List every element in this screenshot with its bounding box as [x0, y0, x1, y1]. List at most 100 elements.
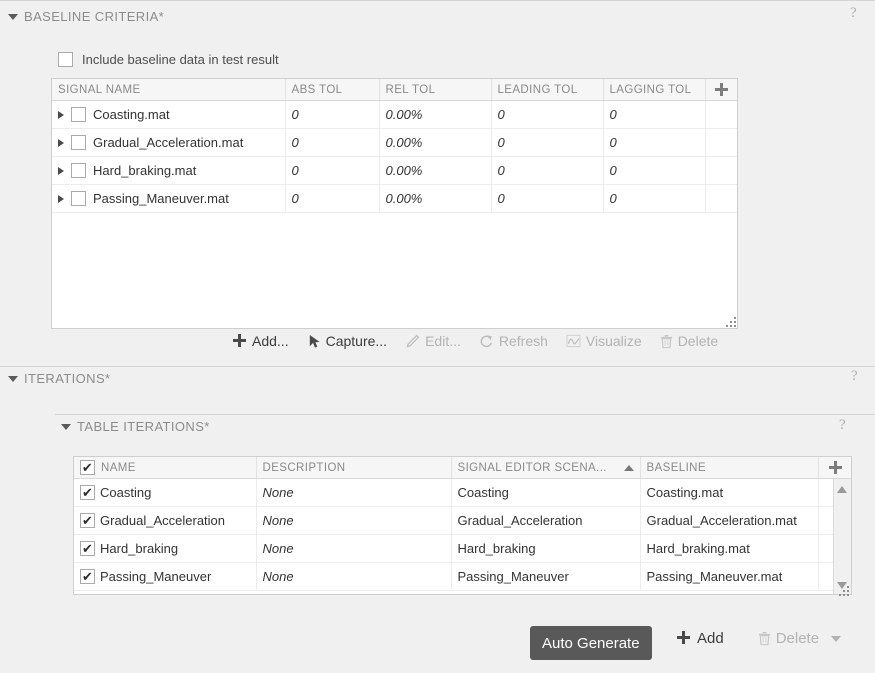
visualize-button[interactable]: Visualize — [557, 331, 651, 351]
vertical-scrollbar[interactable] — [833, 479, 851, 595]
table-row[interactable]: Coasting None Coasting Coasting.mat — [74, 479, 852, 507]
row-checkbox[interactable] — [71, 135, 86, 150]
cell-rel-tol[interactable]: 0.00% — [379, 157, 491, 185]
cell-description[interactable]: None — [256, 507, 451, 535]
cell-baseline[interactable]: Hard_braking.mat — [640, 535, 818, 563]
cell-rel-tol[interactable]: 0.00% — [379, 129, 491, 157]
auto-generate-button[interactable]: Auto Generate — [530, 626, 652, 660]
row-checkbox[interactable] — [80, 569, 95, 584]
cell-leading-tol[interactable]: 0 — [491, 129, 603, 157]
cell-scenario[interactable]: Gradual_Acceleration — [451, 507, 640, 535]
cell-scenario[interactable]: Hard_braking — [451, 535, 640, 563]
col-signal-editor-scenario[interactable]: SIGNAL EDITOR SCENA... — [451, 457, 640, 479]
cell-name[interactable]: Gradual_Acceleration — [74, 507, 256, 535]
refresh-button[interactable]: Refresh — [470, 331, 557, 351]
select-all-checkbox[interactable] — [80, 460, 95, 475]
cell-lagging-tol[interactable]: 0 — [603, 185, 705, 213]
include-baseline-data-label: Include baseline data in test result — [82, 52, 279, 67]
table-row[interactable]: Hard_braking None Hard_braking Hard_brak… — [74, 535, 852, 563]
expand-row-icon[interactable] — [58, 139, 64, 147]
col-baseline[interactable]: BASELINE — [640, 457, 818, 479]
cell-name[interactable]: Coasting — [74, 479, 256, 507]
cell-rel-tol[interactable]: 0.00% — [379, 185, 491, 213]
expand-row-icon[interactable] — [58, 167, 64, 175]
baseline-criteria-table[interactable]: SIGNAL NAME ABS TOL REL TOL LEADING TOL … — [51, 78, 738, 329]
iterations-header-row: NAME DESCRIPTION SIGNAL EDITOR SCENA... … — [74, 457, 852, 479]
delete-iteration-button[interactable]: Delete — [749, 628, 850, 649]
include-baseline-data-row[interactable]: Include baseline data in test result — [58, 52, 279, 67]
iterations-body: Coasting None Coasting Coasting.mat Grad… — [74, 479, 852, 591]
table-iterations-table[interactable]: NAME DESCRIPTION SIGNAL EDITOR SCENA... … — [73, 456, 852, 595]
col-signal-editor-scenario-label: SIGNAL EDITOR SCENA... — [458, 462, 607, 474]
cell-lagging-tol[interactable]: 0 — [603, 101, 705, 129]
capture-button[interactable]: Capture... — [298, 331, 396, 351]
chevron-down-icon[interactable] — [831, 636, 841, 642]
resize-grip-iterations-table[interactable] — [836, 583, 849, 596]
row-checkbox[interactable] — [71, 163, 86, 178]
col-signal-name[interactable]: SIGNAL NAME — [52, 79, 285, 101]
cell-leading-tol[interactable]: 0 — [491, 185, 603, 213]
table-row[interactable]: Hard_braking.mat 0 0.00% 0 0 — [52, 157, 737, 185]
expand-row-icon[interactable] — [58, 111, 64, 119]
col-abs-tol[interactable]: ABS TOL — [285, 79, 379, 101]
add-column-button-baseline[interactable] — [705, 79, 737, 101]
table-row[interactable]: Gradual_Acceleration.mat 0 0.00% 0 0 — [52, 129, 737, 157]
cell-abs-tol[interactable]: 0 — [285, 129, 379, 157]
table-row[interactable]: Gradual_Acceleration None Gradual_Accele… — [74, 507, 852, 535]
section-header-baseline-criteria[interactable]: BASELINE CRITERIA* — [8, 6, 164, 26]
cell-scenario[interactable]: Coasting — [451, 479, 640, 507]
table-row[interactable]: Passing_Maneuver.mat 0 0.00% 0 0 — [52, 185, 737, 213]
col-rel-tol[interactable]: REL TOL — [379, 79, 491, 101]
cell-description[interactable]: None — [256, 563, 451, 591]
cell-baseline[interactable]: Passing_Maneuver.mat — [640, 563, 818, 591]
cell-leading-tol[interactable]: 0 — [491, 101, 603, 129]
table-row[interactable]: Passing_Maneuver None Passing_Maneuver P… — [74, 563, 852, 591]
row-checkbox[interactable] — [71, 191, 86, 206]
cell-scenario[interactable]: Passing_Maneuver — [451, 563, 640, 591]
cell-signal-name[interactable]: Hard_braking.mat — [52, 157, 285, 185]
divider-top — [0, 0, 875, 1]
section-header-table-iterations[interactable]: TABLE ITERATIONS* — [61, 416, 210, 436]
help-icon-baseline-criteria[interactable]: ? — [850, 5, 857, 22]
cell-baseline[interactable]: Coasting.mat — [640, 479, 818, 507]
cell-lagging-tol[interactable]: 0 — [603, 157, 705, 185]
add-iteration-button[interactable]: Add — [668, 628, 733, 649]
row-checkbox[interactable] — [80, 541, 95, 556]
include-baseline-data-checkbox[interactable] — [58, 52, 73, 67]
cell-abs-tol[interactable]: 0 — [285, 157, 379, 185]
section-header-iterations[interactable]: ITERATIONS* — [8, 368, 111, 388]
delete-button[interactable]: Delete — [651, 331, 727, 351]
cell-leading-tol[interactable]: 0 — [491, 157, 603, 185]
col-leading-tol[interactable]: LEADING TOL — [491, 79, 603, 101]
cell-signal-name[interactable]: Coasting.mat — [52, 101, 285, 129]
row-checkbox[interactable] — [71, 107, 86, 122]
resize-grip-baseline-table[interactable] — [723, 314, 736, 327]
add-button[interactable]: Add... — [224, 331, 298, 351]
cell-name[interactable]: Passing_Maneuver — [74, 563, 256, 591]
signal-name-label: Coasting.mat — [93, 107, 170, 122]
expand-row-icon[interactable] — [58, 195, 64, 203]
col-description[interactable]: DESCRIPTION — [256, 457, 451, 479]
cell-abs-tol[interactable]: 0 — [285, 101, 379, 129]
col-lagging-tol[interactable]: LAGGING TOL — [603, 79, 705, 101]
table-row[interactable]: Coasting.mat 0 0.00% 0 0 — [52, 101, 737, 129]
cell-lagging-tol[interactable]: 0 — [603, 129, 705, 157]
row-checkbox[interactable] — [80, 513, 95, 528]
cell-signal-name[interactable]: Gradual_Acceleration.mat — [52, 129, 285, 157]
add-column-button-iterations[interactable] — [818, 457, 852, 479]
cell-abs-tol[interactable]: 0 — [285, 185, 379, 213]
cell-description[interactable]: None — [256, 479, 451, 507]
edit-button-label: Edit... — [425, 333, 461, 349]
col-name[interactable]: NAME — [74, 457, 256, 479]
delete-iteration-label: Delete — [776, 630, 819, 647]
cell-name[interactable]: Hard_braking — [74, 535, 256, 563]
help-icon-table-iterations[interactable]: ? — [839, 417, 846, 434]
cell-baseline[interactable]: Gradual_Acceleration.mat — [640, 507, 818, 535]
cell-signal-name[interactable]: Passing_Maneuver.mat — [52, 185, 285, 213]
scroll-up-arrow-icon[interactable] — [837, 486, 847, 493]
cell-description[interactable]: None — [256, 535, 451, 563]
row-checkbox[interactable] — [80, 485, 95, 500]
edit-button[interactable]: Edit... — [396, 331, 470, 351]
help-icon-iterations[interactable]: ? — [851, 368, 858, 385]
cell-rel-tol[interactable]: 0.00% — [379, 101, 491, 129]
